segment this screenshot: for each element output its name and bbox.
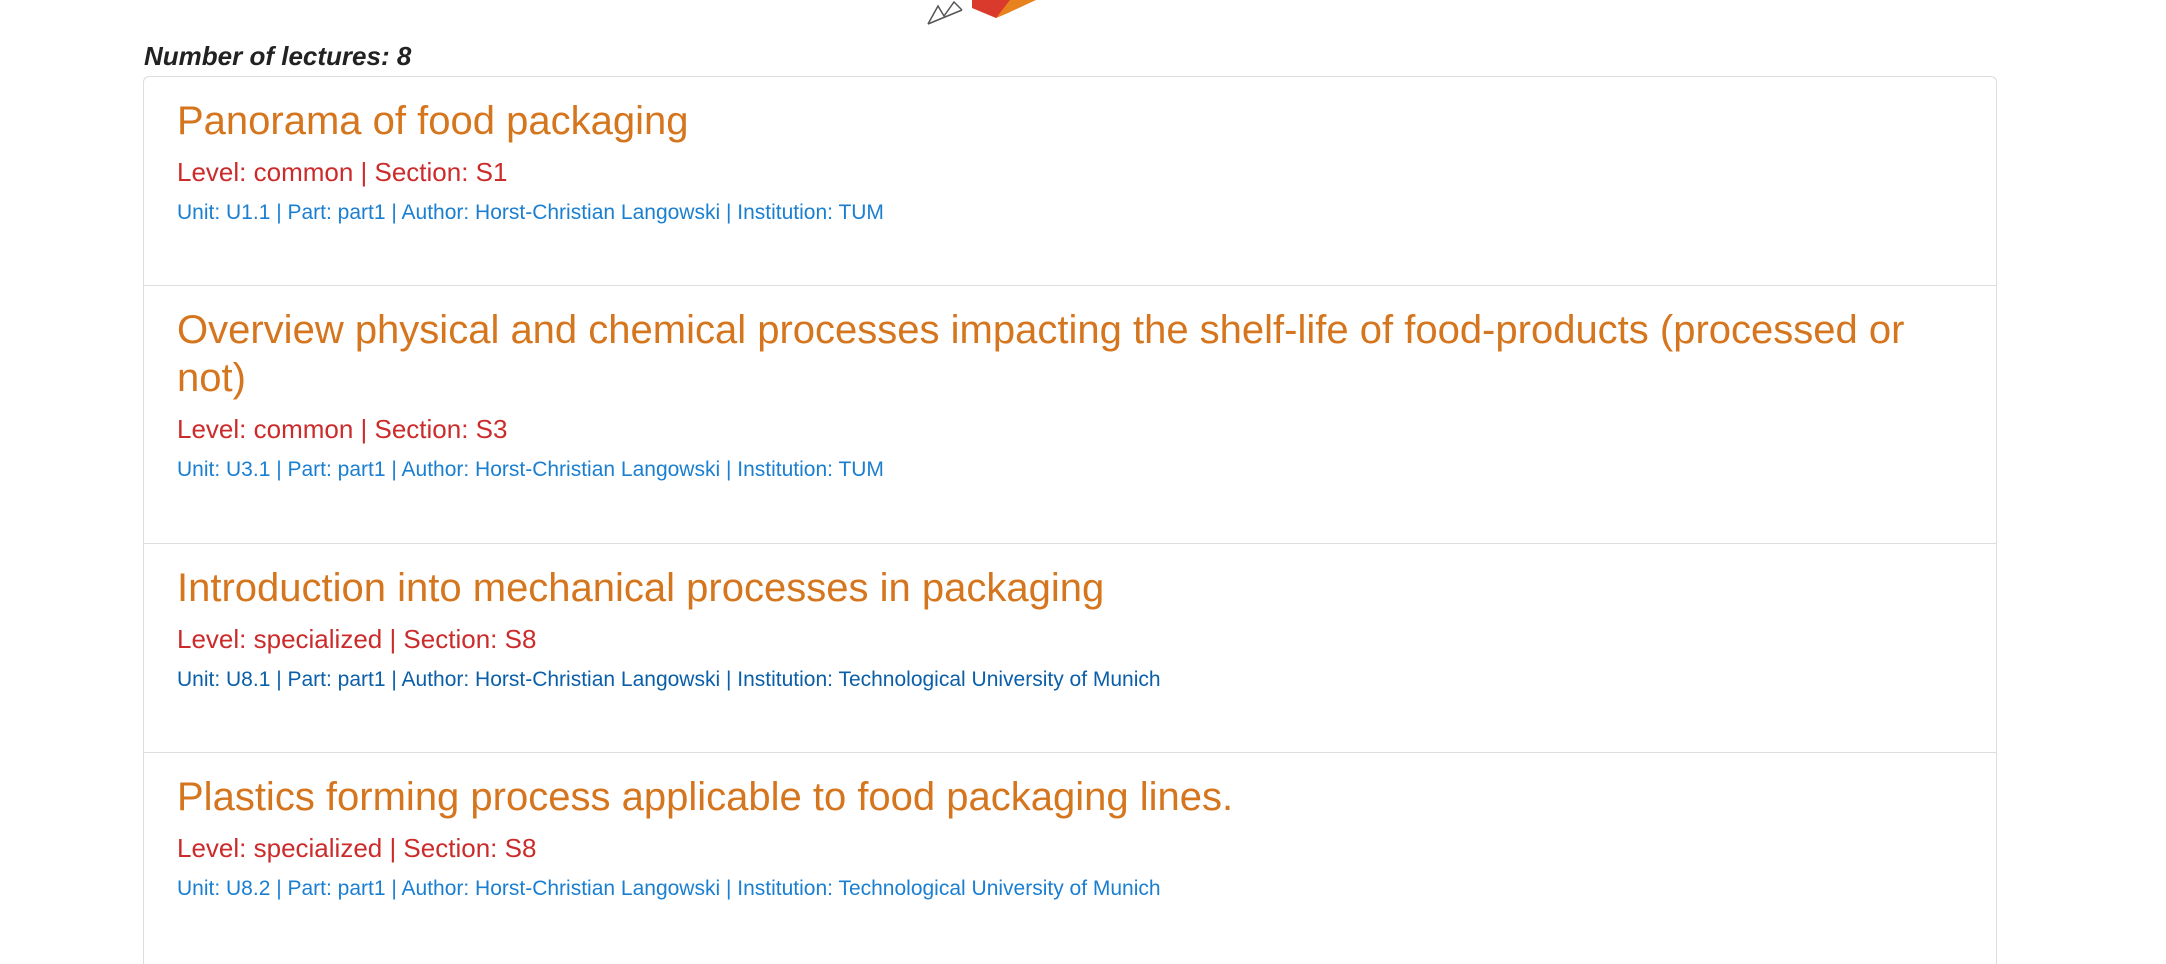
- lecture-item[interactable]: Introduction into mechanical processes i…: [144, 544, 1996, 753]
- lecture-level-section: Level: specialized | Section: S8: [177, 624, 537, 654]
- lecture-title-link[interactable]: Plastics forming process applicable to f…: [177, 773, 1963, 821]
- lecture-title-link[interactable]: Overview physical and chemical processes…: [177, 306, 1963, 402]
- lecture-item[interactable]: Overview physical and chemical processes…: [144, 286, 1996, 544]
- lecture-meta: Unit: U8.1 | Part: part1 | Author: Horst…: [177, 668, 1161, 691]
- lecture-title-link[interactable]: Introduction into mechanical processes i…: [177, 564, 1963, 612]
- lecture-item[interactable]: Plastics forming process applicable to f…: [144, 753, 1996, 964]
- lecture-level-section: Level: specialized | Section: S8: [177, 833, 537, 863]
- lecture-meta: Unit: U1.1 | Part: part1 | Author: Horst…: [177, 201, 884, 224]
- lecture-item[interactable]: Panorama of food packaging Level: common…: [144, 77, 1996, 286]
- site-logo-fragment-icon: [927, 0, 1036, 25]
- lecture-title-link[interactable]: Panorama of food packaging: [177, 97, 1963, 145]
- lecture-level-section: Level: common | Section: S1: [177, 157, 508, 187]
- lecture-count-label: Number of lectures: 8: [144, 41, 412, 71]
- page: Number of lectures: 8 Panorama of food p…: [0, 0, 2166, 964]
- lecture-meta: Unit: U8.2 | Part: part1 | Author: Horst…: [177, 877, 1161, 900]
- lecture-meta: Unit: U3.1 | Part: part1 | Author: Horst…: [177, 458, 884, 481]
- lecture-list: Panorama of food packaging Level: common…: [143, 76, 1997, 964]
- lecture-level-section: Level: common | Section: S3: [177, 414, 508, 444]
